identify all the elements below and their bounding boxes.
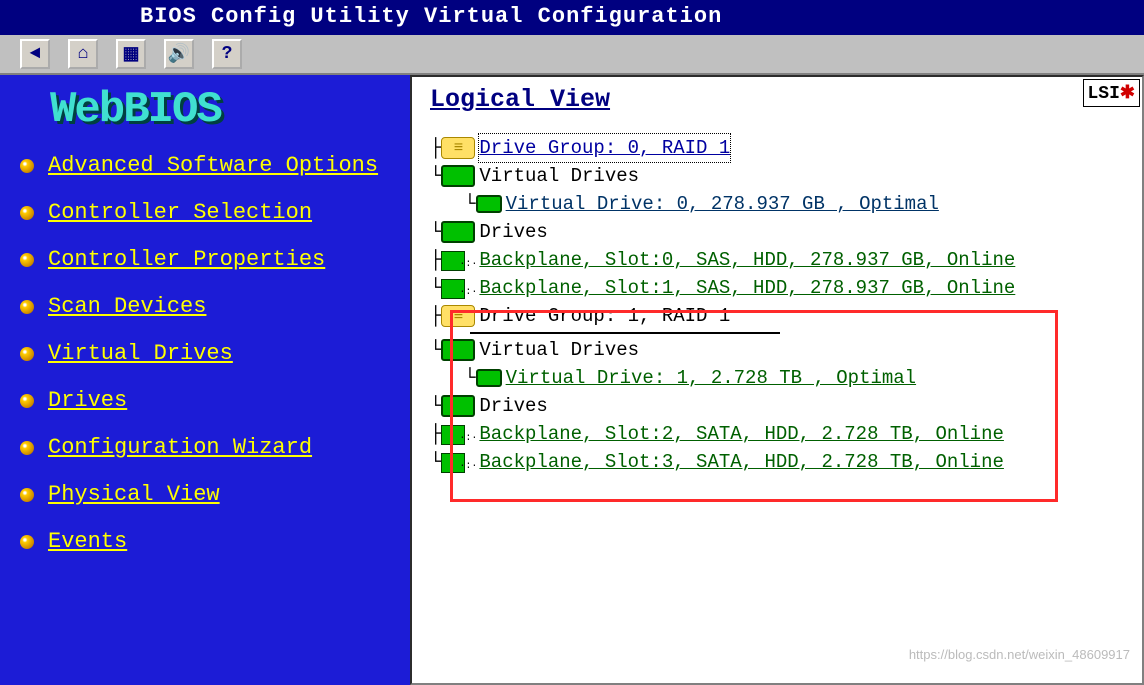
drives-icon <box>441 395 475 417</box>
webbios-logo: WebBIOS <box>50 85 396 135</box>
logical-view-panel: LSI✱ Logical View ├ Drive Group: 0, RAID… <box>410 75 1144 685</box>
sidebar-item-scan-devices[interactable]: Scan Devices <box>48 294 206 319</box>
bullet-icon <box>20 441 34 455</box>
tree-drive-group-0[interactable]: Drive Group: 0, RAID 1 <box>479 134 730 162</box>
virtual-drives-icon <box>441 339 475 361</box>
tree-drive-group-1[interactable]: Drive Group: 1, RAID 1 <box>479 302 730 330</box>
bullet-icon <box>20 347 34 361</box>
sidebar-item-events[interactable]: Events <box>48 529 127 554</box>
sidebar-item-controller-selection[interactable]: Controller Selection <box>48 200 312 225</box>
drive-group-icon <box>441 305 475 327</box>
tree-virtual-drive-1[interactable]: Virtual Drive: 1, 2.728 TB , Optimal <box>506 364 916 392</box>
window-title: BIOS Config Utility Virtual Configuratio… <box>0 0 1144 35</box>
sidebar-item-configuration-wizard[interactable]: Configuration Wizard <box>48 435 312 460</box>
help-icon[interactable]: ? <box>212 39 242 69</box>
physical-drive-icon <box>441 423 475 445</box>
tree-physical-drive-slot0[interactable]: Backplane, Slot:0, SAS, HDD, 278.937 GB,… <box>479 246 1015 274</box>
bullet-icon <box>20 488 34 502</box>
tree-virtual-drive-0[interactable]: Virtual Drive: 0, 278.937 GB , Optimal <box>506 190 939 218</box>
tree-virtual-drives-header: Virtual Drives <box>479 336 639 364</box>
drive-group-icon <box>441 137 475 159</box>
tree-physical-drive-slot2[interactable]: Backplane, Slot:2, SATA, HDD, 2.728 TB, … <box>479 420 1004 448</box>
back-icon[interactable]: ◄ <box>20 39 50 69</box>
bullet-icon <box>20 300 34 314</box>
lsi-logo: LSI✱ <box>1083 79 1141 107</box>
window-settings-icon[interactable]: ▦ <box>116 39 146 69</box>
drive-tree: ├ Drive Group: 0, RAID 1 └ Virtual Drive… <box>430 134 1130 476</box>
tree-drives-header: Drives <box>479 218 547 246</box>
divider <box>470 332 780 334</box>
bullet-icon <box>20 253 34 267</box>
home-icon[interactable]: ⌂ <box>68 39 98 69</box>
tree-physical-drive-slot1[interactable]: Backplane, Slot:1, SAS, HDD, 278.937 GB,… <box>479 274 1015 302</box>
tree-virtual-drives-header: Virtual Drives <box>479 162 639 190</box>
bullet-icon <box>20 394 34 408</box>
sidebar-item-virtual-drives[interactable]: Virtual Drives <box>48 341 233 366</box>
bullet-icon <box>20 206 34 220</box>
sidebar-item-controller-properties[interactable]: Controller Properties <box>48 247 325 272</box>
physical-drive-icon <box>441 451 475 473</box>
virtual-drive-icon <box>476 369 502 387</box>
physical-drive-icon <box>441 277 475 299</box>
sound-icon[interactable]: 🔊 <box>164 39 194 69</box>
tree-physical-drive-slot3[interactable]: Backplane, Slot:3, SATA, HDD, 2.728 TB, … <box>479 448 1004 476</box>
tree-drives-header: Drives <box>479 392 547 420</box>
panel-title: Logical View <box>430 85 1130 114</box>
drives-icon <box>441 221 475 243</box>
sidebar-item-advanced-software-options[interactable]: Advanced Software Options <box>48 153 378 178</box>
sidebar: WebBIOS Advanced Software Options Contro… <box>0 75 410 685</box>
physical-drive-icon <box>441 249 475 271</box>
sidebar-item-physical-view[interactable]: Physical View <box>48 482 220 507</box>
bullet-icon <box>20 535 34 549</box>
bullet-icon <box>20 159 34 173</box>
virtual-drives-icon <box>441 165 475 187</box>
watermark: https://blog.csdn.net/weixin_48609917 <box>909 647 1130 662</box>
toolbar: ◄ ⌂ ▦ 🔊 ? <box>0 35 1144 75</box>
sidebar-item-drives[interactable]: Drives <box>48 388 127 413</box>
virtual-drive-icon <box>476 195 502 213</box>
